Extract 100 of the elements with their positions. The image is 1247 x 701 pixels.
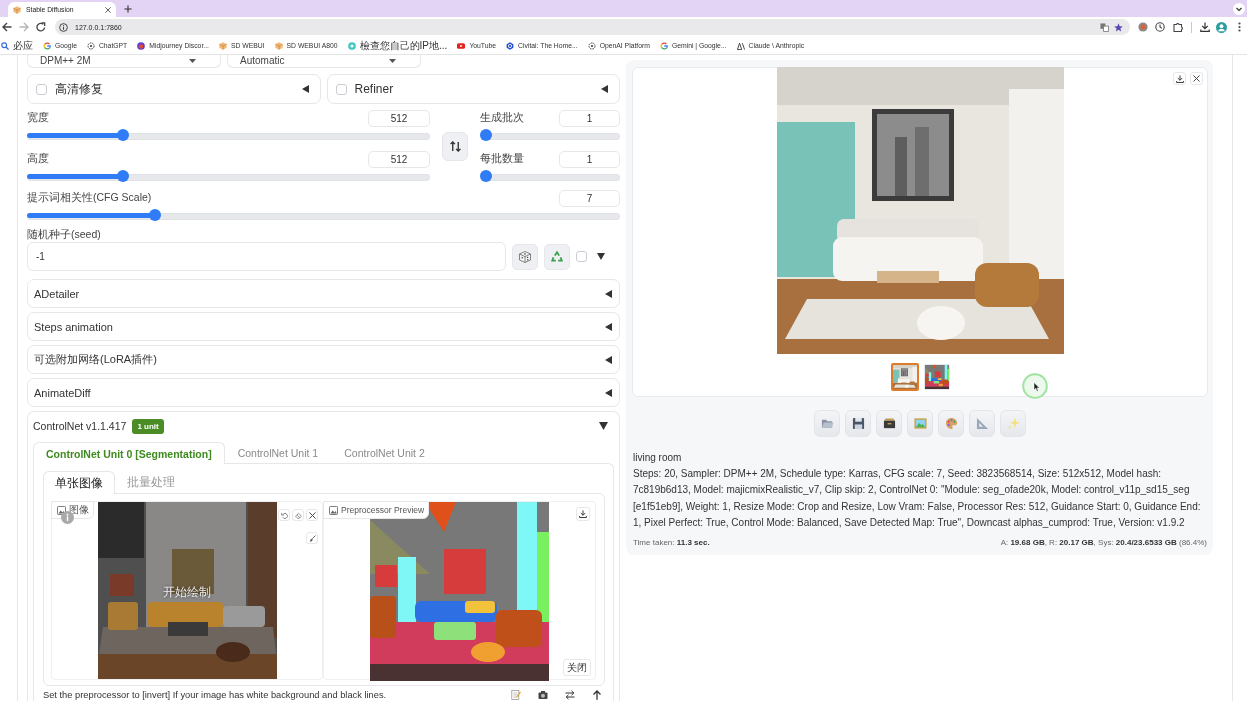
caret-icon[interactable] <box>605 388 612 397</box>
tab[interactable]: ControlNet Unit 2 <box>331 442 438 463</box>
clock-icon[interactable] <box>1155 22 1165 32</box>
icon-button[interactable] <box>306 509 318 521</box>
back-arrow-icon[interactable] <box>2 22 12 32</box>
translate-icon[interactable] <box>1100 22 1109 32</box>
star-icon[interactable] <box>1114 22 1123 32</box>
g-letter-icon <box>659 41 668 50</box>
panel-label: 图像 <box>69 503 89 517</box>
reuse-seed-button[interactable] <box>544 243 570 270</box>
slider-handle[interactable] <box>149 209 161 221</box>
caret-icon[interactable] <box>301 85 309 93</box>
number-field[interactable]: 1 <box>559 151 620 168</box>
tool-button[interactable] <box>876 410 902 437</box>
icon-button[interactable] <box>1173 72 1186 85</box>
dice-icon <box>519 250 531 263</box>
caret-icon[interactable] <box>605 355 612 364</box>
slider-track[interactable] <box>27 170 430 182</box>
info-icon[interactable] <box>59 22 68 32</box>
plus-icon[interactable] <box>124 5 132 13</box>
close-button[interactable]: 关闭 <box>563 659 591 676</box>
number-field[interactable]: 1 <box>559 110 620 127</box>
slider-track[interactable] <box>27 209 620 221</box>
number-field[interactable]: 512 <box>368 110 430 127</box>
icon-button[interactable] <box>1190 72 1203 85</box>
living-room-drawing <box>892 365 917 389</box>
download-icon <box>1175 74 1184 83</box>
reload-icon[interactable] <box>36 22 46 32</box>
image-input-panel[interactable]: 图像 开始绘制 <box>51 501 323 680</box>
dropdown-field[interactable]: DPM++ 2M <box>27 55 221 68</box>
accordion-title[interactable]: ControlNet v1.1.417 <box>33 420 127 432</box>
caret-icon <box>189 59 196 63</box>
accordion-header[interactable]: Refiner <box>326 74 620 104</box>
caret-icon[interactable] <box>605 289 612 298</box>
swap-icon <box>449 140 461 152</box>
record-icon[interactable] <box>1138 22 1148 32</box>
camera-icon[interactable] <box>538 690 548 700</box>
slider-track[interactable] <box>27 129 430 141</box>
accordion-header[interactable]: Steps animation <box>27 312 620 341</box>
hexagon-icon <box>506 41 515 50</box>
prompt-text: living room <box>633 451 683 465</box>
close-icon[interactable] <box>105 6 111 13</box>
recycle-icon <box>551 251 563 262</box>
bookmark[interactable]: 檢查您自己的IP地... <box>347 38 448 53</box>
slider-track[interactable] <box>480 129 620 141</box>
dotted-ring-icon <box>587 41 596 50</box>
tool-button[interactable] <box>845 410 871 437</box>
panel-label: Preprocessor Preview <box>341 505 425 515</box>
download-icon <box>579 510 587 518</box>
g-letter-icon <box>43 41 51 50</box>
slider-label: 提示词相关性(CFG Scale) <box>27 191 152 205</box>
tab[interactable]: ControlNet Unit 1 <box>224 442 332 463</box>
slider-handle[interactable] <box>480 129 492 141</box>
slider-handle[interactable] <box>480 170 492 182</box>
swap-arrows-icon[interactable] <box>565 690 575 700</box>
accordion-header[interactable]: ADetailer <box>27 279 620 308</box>
slider-label: 高度 <box>27 152 49 166</box>
caret-icon[interactable] <box>599 422 608 430</box>
icon-button[interactable] <box>306 532 318 544</box>
slider-handle[interactable] <box>116 170 129 182</box>
caret-icon[interactable] <box>605 322 612 331</box>
field-label: 随机种子(seed) <box>27 228 101 241</box>
search-icon <box>1 41 9 50</box>
folder-icon <box>820 417 834 430</box>
number-field[interactable]: 7 <box>559 190 620 207</box>
mark-icon <box>736 41 745 50</box>
image-icon <box>329 505 338 515</box>
up-arrow-icon[interactable] <box>592 690 602 700</box>
slider-label: 每批数量 <box>480 152 524 166</box>
round-logo-icon <box>137 41 146 50</box>
menu-icon[interactable] <box>1238 22 1241 32</box>
number-field[interactable]: 512 <box>368 151 430 168</box>
checkbox[interactable] <box>335 83 347 95</box>
checkbox[interactable] <box>36 83 47 95</box>
slider-label: 宽度 <box>27 111 49 125</box>
seed-field[interactable]: -1 <box>27 242 506 271</box>
swap-button[interactable] <box>442 131 468 161</box>
puzzle-icon[interactable] <box>1173 22 1183 32</box>
caret-icon[interactable] <box>601 85 608 93</box>
palette-icon <box>944 417 958 430</box>
thumbnail[interactable] <box>890 363 919 391</box>
slider-handle[interactable] <box>116 129 129 141</box>
tab[interactable]: ControlNet Unit 0 [Segmentation] <box>33 442 225 464</box>
download-icon[interactable] <box>1200 22 1210 32</box>
undo-icon <box>280 511 288 519</box>
chevron-down-icon[interactable] <box>1233 3 1245 15</box>
accordion-header[interactable]: 可选附加网络(LoRA插件) <box>27 345 620 374</box>
accordion-header[interactable]: 高清修复 <box>27 74 321 104</box>
slider-track[interactable] <box>480 170 620 182</box>
avatar-icon[interactable] <box>1216 21 1227 33</box>
close-icon <box>308 511 316 519</box>
bookmark[interactable]: 必应 <box>1 38 33 53</box>
icon-button[interactable] <box>576 507 590 521</box>
caret-icon[interactable] <box>597 253 605 260</box>
checkbox[interactable] <box>576 251 587 262</box>
random-seed-button[interactable] <box>512 243 538 270</box>
box-icon <box>13 5 21 14</box>
dropdown-field[interactable]: Automatic <box>227 55 421 68</box>
tab[interactable]: 单张图像 <box>43 471 115 494</box>
accordion-header[interactable]: AnimateDiff <box>27 378 620 407</box>
